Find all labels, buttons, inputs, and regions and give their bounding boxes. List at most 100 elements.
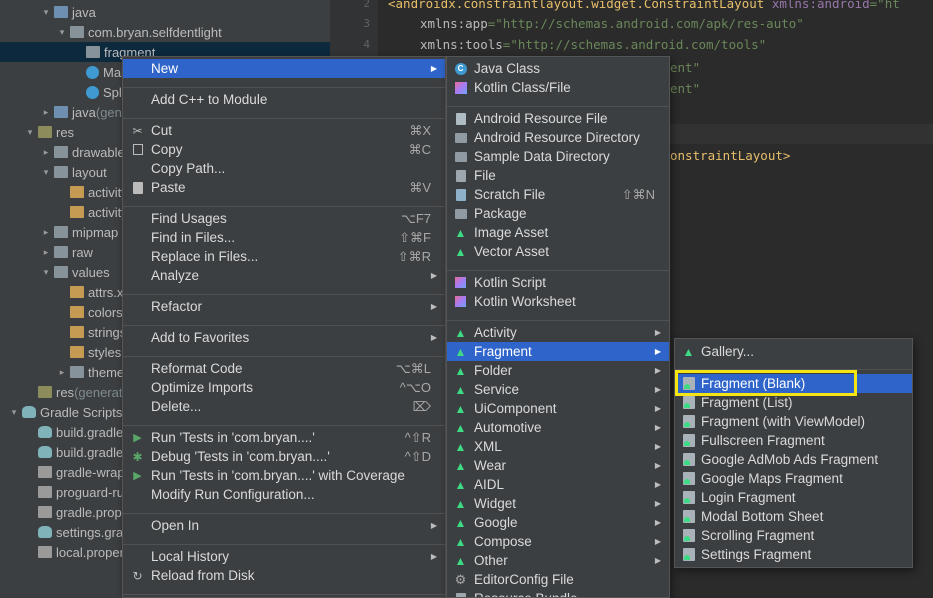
expand-arrow-icon[interactable]: ▸ xyxy=(40,247,52,258)
menu-item-scratch-file[interactable]: Scratch File ⇧⌘N xyxy=(447,185,669,204)
android-icon: ▲ xyxy=(454,344,467,359)
expand-arrow-icon[interactable]: ▾ xyxy=(24,127,36,138)
menu-item-uicomponent[interactable]: ▲ UiComponent ▶ xyxy=(447,399,669,418)
tree-item-label: layout xyxy=(72,164,107,180)
expand-arrow-icon[interactable]: ▸ xyxy=(56,367,68,378)
menu-item-gallery[interactable]: ▲ Gallery... xyxy=(675,342,912,361)
menu-item-run-tests-in-com-bryan-with-coverage[interactable]: ▶ Run 'Tests in 'com.bryan....' with Cove… xyxy=(123,466,445,485)
menu-item-automotive[interactable]: ▲ Automotive ▶ xyxy=(447,418,669,437)
tree-item[interactable]: ▾ com.bryan.selfdentlight xyxy=(0,22,330,42)
tree-item[interactable]: ▾ java xyxy=(0,2,330,22)
menu-item-google-maps-fragment[interactable]: Google Maps Fragment xyxy=(675,469,912,488)
menu-item-label: Scrolling Fragment xyxy=(701,528,815,543)
menu-item-copy-path[interactable]: Copy Path... xyxy=(123,159,445,178)
menu-item-open-in[interactable]: Open In ▶ xyxy=(123,516,445,535)
menu-item-modal-bottom-sheet[interactable]: Modal Bottom Sheet xyxy=(675,507,912,526)
menu-item-cut[interactable]: ✂ Cut ⌘X xyxy=(123,121,445,140)
menu-item-google[interactable]: ▲ Google ▶ xyxy=(447,513,669,532)
menu-item-kotlin-class-file[interactable]: Kotlin Class/File xyxy=(447,78,669,97)
code-ns: xmlns: xyxy=(420,16,466,31)
menu-item-replace-in-files[interactable]: Replace in Files... ⇧⌘R xyxy=(123,247,445,266)
menu-item-reformat-code[interactable]: Reformat Code ⌥⌘L xyxy=(123,359,445,378)
reload-icon: ↻ xyxy=(132,568,143,583)
expand-arrow-icon[interactable]: ▸ xyxy=(40,227,52,238)
menu-item-debug-tests-in-com-bryan[interactable]: ✱ Debug 'Tests in 'com.bryan....' ^⇧D xyxy=(123,447,445,466)
menu-item-label: Cut xyxy=(151,123,173,138)
menu-item-editorconfig-file[interactable]: ⚙ EditorConfig File xyxy=(447,570,669,589)
code-fragment: ent" xyxy=(670,81,701,96)
menu-item-label: New xyxy=(151,61,179,76)
menu-item-sample-data-directory[interactable]: Sample Data Directory xyxy=(447,147,669,166)
submenu-arrow-icon: ▶ xyxy=(430,333,437,342)
menu-item-label: Run 'Tests in 'com.bryan....' with Cover… xyxy=(151,468,405,483)
menu-item-find-in-files[interactable]: Find in Files... ⇧⌘F xyxy=(123,228,445,247)
menu-item-kotlin-script[interactable]: Kotlin Script xyxy=(447,273,669,292)
menu-item-refactor[interactable]: Refactor ▶ xyxy=(123,297,445,316)
menu-item-label: Run 'Tests in 'com.bryan....' xyxy=(151,430,315,445)
expand-arrow-icon[interactable]: ▾ xyxy=(40,267,52,278)
menu-item-login-fragment[interactable]: Login Fragment xyxy=(675,488,912,507)
menu-item-other[interactable]: ▲ Other ▶ xyxy=(447,551,669,570)
expand-arrow-icon[interactable]: ▾ xyxy=(56,27,68,38)
menu-item-paste[interactable]: Paste ⌘V xyxy=(123,178,445,197)
menu-item-package[interactable]: Package xyxy=(447,204,669,223)
menu-item-folder[interactable]: ▲ Folder ▶ xyxy=(447,361,669,380)
debug-icon: ✱ xyxy=(132,449,143,464)
expand-arrow-icon[interactable]: ▾ xyxy=(40,7,52,18)
xml-file-icon xyxy=(70,346,84,358)
folder-icon xyxy=(54,166,68,178)
menu-item-fullscreen-fragment[interactable]: Fullscreen Fragment xyxy=(675,431,912,450)
menu-item-label: Find Usages xyxy=(151,211,227,226)
menu-item-settings-fragment[interactable]: Settings Fragment xyxy=(675,545,912,564)
android-icon: ▲ xyxy=(454,439,467,454)
menu-item-android-resource-directory[interactable]: Android Resource Directory xyxy=(447,128,669,147)
menu-separator xyxy=(123,544,445,545)
menu-item-add-c-to-module[interactable]: Add C++ to Module xyxy=(123,90,445,109)
menu-item-copy[interactable]: Copy ⌘C xyxy=(123,140,445,159)
menu-item-delete[interactable]: Delete... ⌦ xyxy=(123,397,445,416)
shortcut-label: ⇧⌘N xyxy=(621,186,655,202)
menu-item-vector-asset[interactable]: ▲ Vector Asset xyxy=(447,242,669,261)
menu-separator xyxy=(447,106,669,107)
expand-arrow-icon[interactable]: ▾ xyxy=(40,167,52,178)
menu-item-analyze[interactable]: Analyze ▶ xyxy=(123,266,445,285)
menu-item-wear[interactable]: ▲ Wear ▶ xyxy=(447,456,669,475)
menu-item-fragment-list[interactable]: Fragment (List) xyxy=(675,393,912,412)
menu-item-fragment-blank[interactable]: Fragment (Blank) xyxy=(675,374,912,393)
menu-item-widget[interactable]: ▲ Widget ▶ xyxy=(447,494,669,513)
menu-item-reload-from-disk[interactable]: ↻ Reload from Disk xyxy=(123,566,445,585)
menu-item-add-to-favorites[interactable]: Add to Favorites ▶ xyxy=(123,328,445,347)
menu-item-google-admob-ads-fragment[interactable]: Google AdMob Ads Fragment xyxy=(675,450,912,469)
folder-icon xyxy=(454,131,467,144)
menu-item-activity[interactable]: ▲ Activity ▶ xyxy=(447,323,669,342)
menu-item-new[interactable]: New ▶ xyxy=(123,59,445,78)
paste-icon xyxy=(131,181,144,194)
shortcut-label: ⌘X xyxy=(409,122,431,138)
menu-item-modify-run-configuration[interactable]: Modify Run Configuration... xyxy=(123,485,445,504)
menu-item-android-resource-file[interactable]: Android Resource File xyxy=(447,109,669,128)
menu-item-scrolling-fragment[interactable]: Scrolling Fragment xyxy=(675,526,912,545)
folder-icon xyxy=(54,246,68,258)
expand-arrow-icon[interactable]: ▾ xyxy=(8,407,20,418)
menu-item-optimize-imports[interactable]: Optimize Imports ^⌥O xyxy=(123,378,445,397)
menu-item-find-usages[interactable]: Find Usages ⌥F7 xyxy=(123,209,445,228)
menu-item-label: Reformat Code xyxy=(151,361,243,376)
submenu-arrow-icon: ▶ xyxy=(430,271,437,280)
expand-arrow-icon[interactable]: ▸ xyxy=(40,147,52,158)
menu-item-resource-bundle[interactable]: Resource Bundle xyxy=(447,589,669,597)
menu-item-fragment-with-viewmodel[interactable]: Fragment (with ViewModel) xyxy=(675,412,912,431)
menu-item-run-tests-in-com-bryan[interactable]: ▶ Run 'Tests in 'com.bryan....' ^⇧R xyxy=(123,428,445,447)
tree-item-label: values xyxy=(72,264,110,280)
menu-item-java-class[interactable]: C Java Class xyxy=(447,59,669,78)
menu-item-aidl[interactable]: ▲ AIDL ▶ xyxy=(447,475,669,494)
menu-item-compose[interactable]: ▲ Compose ▶ xyxy=(447,532,669,551)
menu-item-service[interactable]: ▲ Service ▶ xyxy=(447,380,669,399)
menu-item-file[interactable]: File xyxy=(447,166,669,185)
menu-item-kotlin-worksheet[interactable]: Kotlin Worksheet xyxy=(447,292,669,311)
expand-arrow-icon[interactable]: ▸ xyxy=(40,107,52,118)
menu-item-local-history[interactable]: Local History ▶ xyxy=(123,547,445,566)
menu-item-xml[interactable]: ▲ XML ▶ xyxy=(447,437,669,456)
menu-item-image-asset[interactable]: ▲ Image Asset xyxy=(447,223,669,242)
menu-item-fragment[interactable]: ▲ Fragment ▶ xyxy=(447,342,669,361)
fragment-icon xyxy=(682,510,695,523)
